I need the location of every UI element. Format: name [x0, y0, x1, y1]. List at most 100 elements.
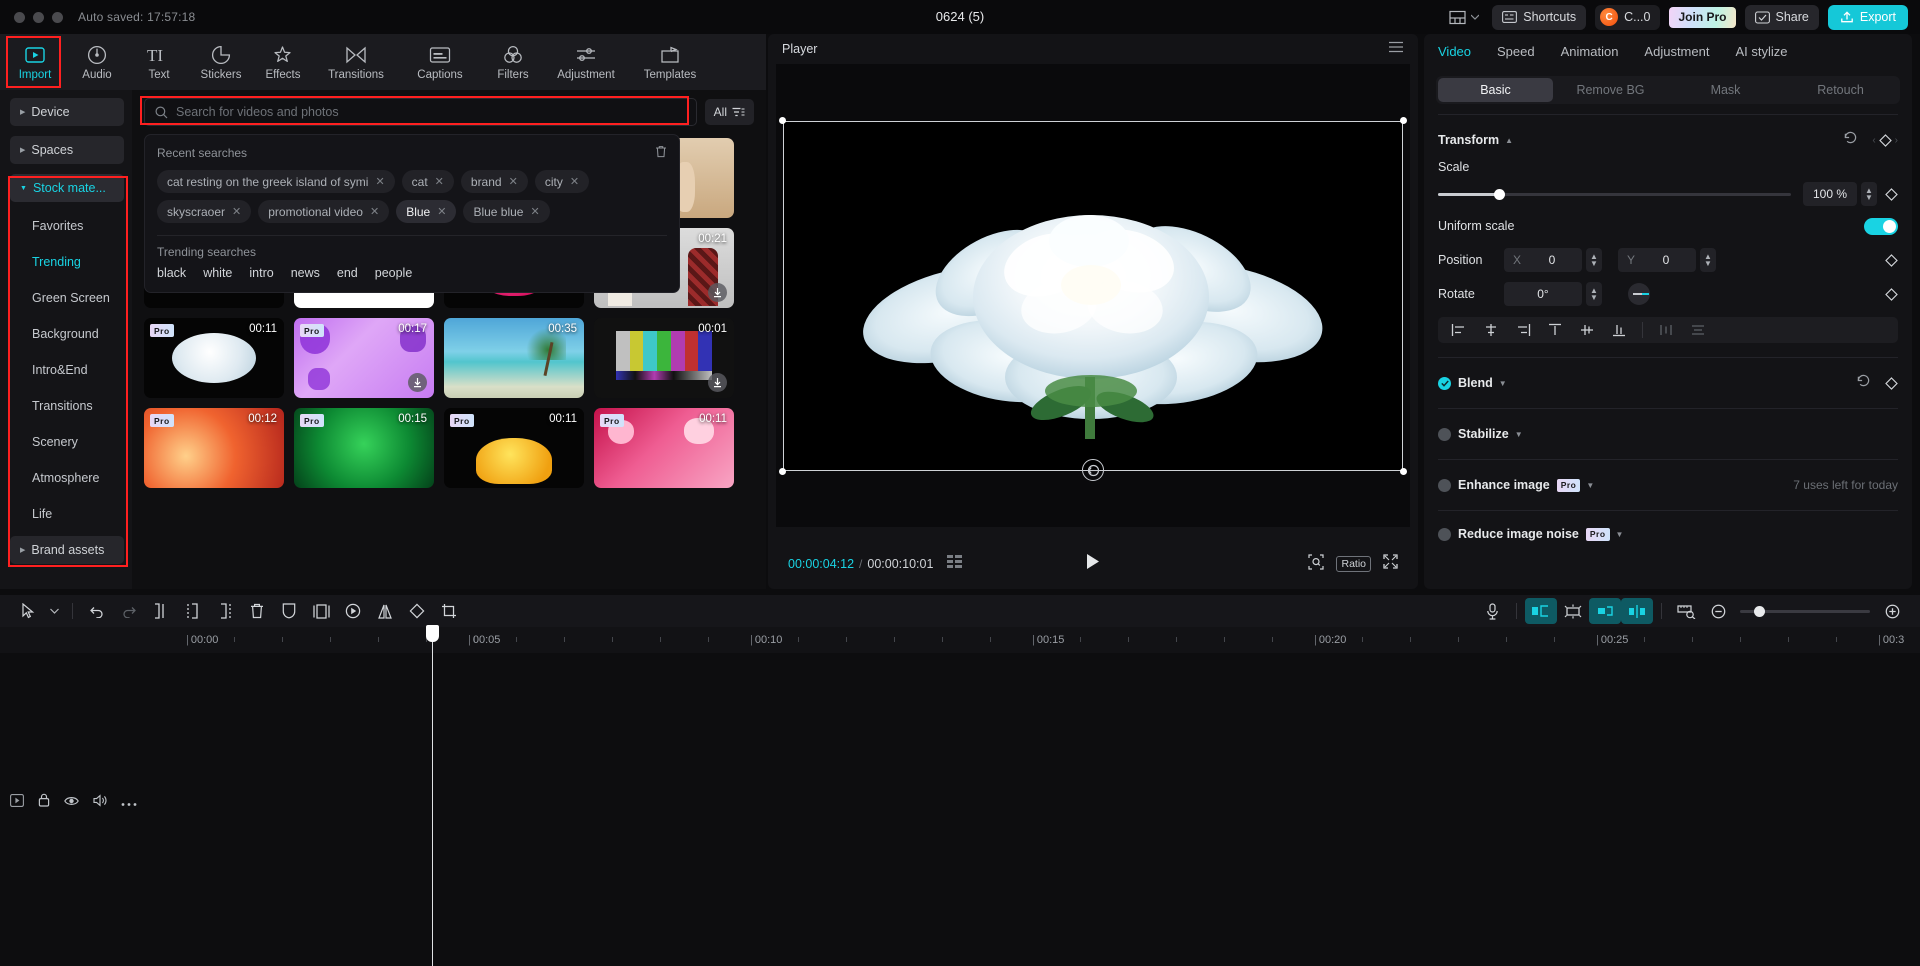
reverse-button[interactable] [337, 598, 369, 624]
position-x-field[interactable]: X 0 [1504, 248, 1582, 272]
recent-tag[interactable]: Blue blue✕ [463, 200, 549, 223]
recent-tag[interactable]: promotional video✕ [258, 200, 389, 223]
timeline-preview-button[interactable] [1670, 598, 1702, 624]
media-filter-button[interactable]: All [705, 99, 754, 125]
recent-tag[interactable]: brand✕ [461, 170, 528, 193]
tab-adjustment-panel[interactable]: Adjustment [1644, 44, 1709, 59]
trending-word[interactable]: end [337, 266, 358, 280]
stabilize-checkbox[interactable] [1438, 428, 1451, 441]
enhance-image-checkbox[interactable] [1438, 479, 1451, 492]
close-icon[interactable]: ✕ [437, 205, 446, 218]
blend-reset-button[interactable] [1856, 373, 1871, 393]
playhead-grip[interactable] [426, 625, 439, 642]
lock-icon[interactable] [38, 793, 50, 812]
sidebar-group-stock-materials[interactable]: ▼ Stock mate... [10, 174, 124, 202]
scale-slider[interactable] [1438, 193, 1791, 196]
sidebar-item-transitions[interactable]: Transitions [10, 392, 124, 420]
sidebar-item-scenery[interactable]: Scenery [10, 428, 124, 456]
ratio-button[interactable]: Ratio [1336, 556, 1371, 572]
tab-transitions[interactable]: Transitions [314, 35, 398, 89]
trending-word[interactable]: people [375, 266, 413, 280]
subtab-remove-bg[interactable]: Remove BG [1553, 78, 1668, 102]
sidebar-item-background[interactable]: Background [10, 320, 124, 348]
adapt-clip-button[interactable] [1557, 598, 1589, 624]
position-y-stepper[interactable]: ▲▼ [1700, 248, 1716, 272]
close-icon[interactable]: ✕ [435, 175, 444, 188]
record-voiceover-button[interactable] [1476, 598, 1508, 624]
join-pro-button[interactable]: Join Pro [1669, 7, 1735, 28]
sidebar-item-atmosphere[interactable]: Atmosphere [10, 464, 124, 492]
position-y-field[interactable]: Y 0 [1618, 248, 1696, 272]
trim-right-button[interactable] [209, 598, 241, 624]
trending-word[interactable]: intro [249, 266, 273, 280]
visibility-icon[interactable] [64, 794, 79, 812]
track-type-icon[interactable] [10, 794, 24, 812]
download-icon[interactable] [408, 373, 427, 392]
resize-handle-tr[interactable] [1400, 117, 1407, 124]
sidebar-item-intro-end[interactable]: Intro&End [10, 356, 124, 384]
resize-handle-tl[interactable] [779, 117, 786, 124]
align-bottom-button[interactable] [1604, 319, 1634, 341]
scale-value[interactable]: 100 % [1803, 182, 1857, 206]
rotate-reset-button[interactable] [1082, 459, 1104, 481]
timeline-zoom-slider[interactable] [1740, 610, 1870, 613]
position-keyframe[interactable] [1885, 254, 1898, 267]
tool-dropdown-button[interactable] [44, 598, 64, 624]
rotate-field[interactable]: 0° [1504, 282, 1582, 306]
trim-left-button[interactable] [177, 598, 209, 624]
keyframe-diamond-icon[interactable] [1879, 134, 1892, 147]
tab-text[interactable]: TI Text [128, 35, 190, 89]
sidebar-item-green-screen[interactable]: Green Screen [10, 284, 124, 312]
blend-keyframe[interactable] [1885, 377, 1898, 390]
align-top-button[interactable] [1540, 319, 1570, 341]
export-button[interactable]: Export [1828, 5, 1908, 30]
zoom-in-button[interactable] [1876, 598, 1908, 624]
scale-stepper[interactable]: ▲▼ [1861, 182, 1877, 206]
account-button[interactable]: C C...0 [1595, 5, 1660, 30]
player-canvas[interactable] [783, 121, 1403, 471]
media-item[interactable]: Pro 00:11 [594, 408, 734, 488]
tab-adjustment[interactable]: Adjustment [544, 35, 628, 89]
search-input[interactable] [176, 105, 686, 119]
rotate-button[interactable] [401, 598, 433, 624]
recent-tag[interactable]: city✕ [535, 170, 589, 193]
tab-import[interactable]: Import [4, 35, 66, 89]
search-field-wrapper[interactable] [144, 98, 697, 126]
undo-button[interactable] [81, 598, 113, 624]
tab-filters[interactable]: Filters [482, 35, 544, 89]
close-icon[interactable]: ✕ [232, 205, 241, 218]
transform-reset-button[interactable] [1843, 130, 1858, 150]
link-clips-button[interactable] [1589, 598, 1621, 624]
reduce-noise-checkbox[interactable] [1438, 528, 1451, 541]
next-keyframe-icon[interactable]: › [1895, 135, 1898, 146]
media-item[interactable]: 00:01 [594, 318, 734, 398]
scale-keyframe[interactable] [1885, 188, 1898, 201]
sidebar-group-spaces[interactable]: ▶ Spaces [10, 136, 124, 164]
media-item[interactable]: Pro 00:11 [444, 408, 584, 488]
frame-list-button[interactable] [947, 555, 963, 573]
tab-captions[interactable]: Captions [398, 35, 482, 89]
media-item[interactable]: Pro 00:17 [294, 318, 434, 398]
tab-templates[interactable]: Templates [628, 35, 712, 89]
resize-handle-bl[interactable] [779, 468, 786, 475]
keyframe-diamond-icon[interactable] [1885, 288, 1898, 301]
layout-switch-button[interactable] [1445, 7, 1483, 28]
media-item[interactable]: 00:35 [444, 318, 584, 398]
close-icon[interactable]: ✕ [375, 175, 384, 188]
rotate-keyframe[interactable] [1885, 288, 1898, 301]
redo-button[interactable] [113, 598, 145, 624]
share-button[interactable]: Share [1745, 5, 1819, 30]
fullscreen-button[interactable] [1383, 554, 1398, 574]
keyframe-diamond-icon[interactable] [1885, 254, 1898, 267]
mute-icon[interactable] [93, 794, 107, 812]
tab-video[interactable]: Video [1438, 44, 1471, 59]
rotate-stepper[interactable]: ▲▼ [1586, 282, 1602, 306]
chevron-up-icon[interactable]: ▲ [1505, 136, 1513, 145]
split-button[interactable] [145, 598, 177, 624]
track-more-icon[interactable] [121, 794, 137, 812]
trending-word[interactable]: news [291, 266, 320, 280]
shortcuts-button[interactable]: Shortcuts [1492, 5, 1586, 30]
align-left-button[interactable] [1444, 319, 1474, 341]
recent-tag[interactable]: skyscraoer✕ [157, 200, 251, 223]
align-center-v-button[interactable] [1572, 319, 1602, 341]
